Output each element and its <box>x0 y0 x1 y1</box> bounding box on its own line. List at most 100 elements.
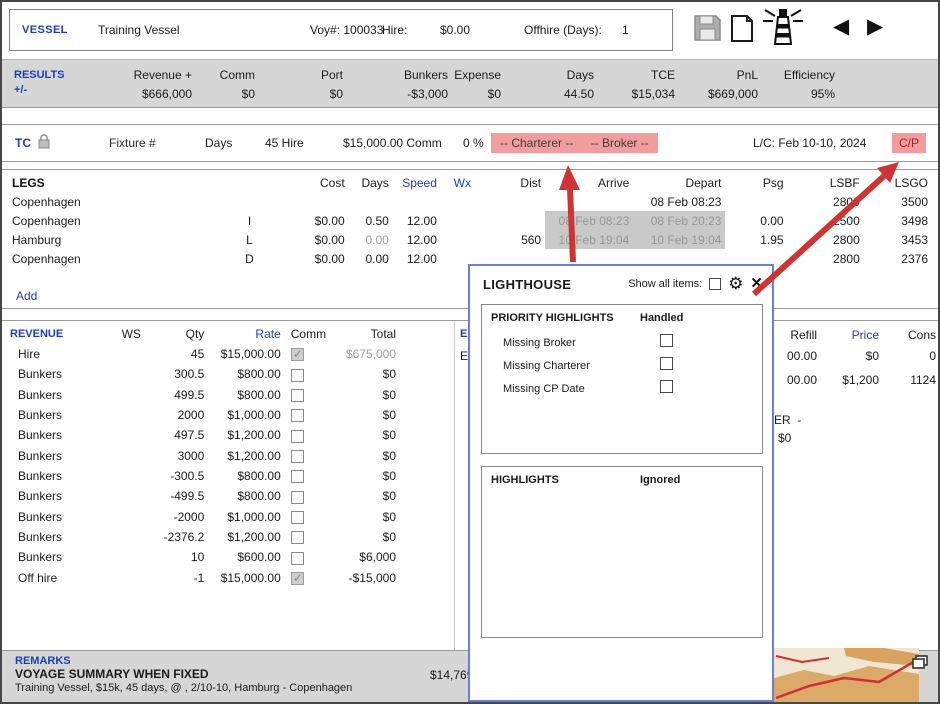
revenue-rate[interactable]: $1,000.00 <box>208 507 284 527</box>
leg-row: Hamburg L $0.00 0.00 12.00 560 10 Feb 19… <box>8 230 932 249</box>
revenue-rate[interactable]: $800.00 <box>208 364 284 384</box>
comm-checkbox[interactable] <box>291 531 304 544</box>
next-arrow-icon[interactable]: ▶ <box>867 16 883 37</box>
revenue-qty[interactable]: -300.5 <box>145 466 208 486</box>
revenue-qty[interactable]: -2376.2 <box>145 527 208 547</box>
cp-date-highlight[interactable]: C/P <box>892 133 926 153</box>
lighthouse-icon[interactable] <box>760 6 806 51</box>
revenue-header-row: REVENUE WS Qty Rate Comm Total <box>8 324 400 344</box>
col-depart: Depart <box>633 173 725 192</box>
revenue-rate[interactable]: $1,200.00 <box>208 527 284 547</box>
revenue-rate[interactable]: $800.00 <box>208 486 284 506</box>
leg-cost: $0.00 <box>263 249 349 268</box>
show-all-items-checkbox[interactable] <box>709 278 721 290</box>
revenue-item-name: Bunkers <box>8 547 112 567</box>
revenue-row: Bunkers 3000 $1,200.00 $0 <box>8 446 400 466</box>
bunker-price: $1,200 <box>825 373 879 387</box>
close-icon[interactable]: ✕ <box>750 276 763 291</box>
leg-port[interactable]: Copenhagen <box>8 249 236 268</box>
leg-speed: 12.00 <box>393 211 441 230</box>
leg-port[interactable]: Copenhagen <box>8 192 236 211</box>
handled-checkbox[interactable] <box>660 334 673 347</box>
revenue-total: $0 <box>330 466 400 486</box>
leg-port[interactable]: Copenhagen <box>8 211 236 230</box>
revenue-item-name: Bunkers <box>8 364 112 384</box>
gear-icon[interactable]: ⚙ <box>728 275 743 292</box>
revenue-row: Bunkers -300.5 $800.00 $0 <box>8 466 400 486</box>
metric-label: Days <box>514 68 594 82</box>
revenue-qty[interactable]: 499.5 <box>145 385 208 405</box>
col-days: Days <box>349 173 393 192</box>
results-bar: RESULTS +/- Revenue + $666,000 Comm $0 P… <box>2 59 938 108</box>
revenue-total: $0 <box>330 385 400 405</box>
comm-checkbox[interactable] <box>291 409 304 422</box>
comm-checkbox[interactable] <box>291 572 304 585</box>
revenue-rate[interactable]: $600.00 <box>208 547 284 567</box>
comm-checkbox[interactable] <box>291 470 304 483</box>
revenue-item-name: Off hire <box>8 568 112 588</box>
revenue-rate[interactable]: $800.00 <box>208 385 284 405</box>
col-rate[interactable]: Rate <box>208 324 284 344</box>
col-ws: WS <box>112 324 145 344</box>
voyage-summary-line: Training Vessel, $15k, 45 days, @ , 2/10… <box>15 682 352 694</box>
results-plusminus-toggle[interactable]: +/- <box>14 83 65 98</box>
revenue-qty[interactable]: 2000 <box>145 405 208 425</box>
comm-checkbox[interactable] <box>291 369 304 382</box>
charterer-broker-highlight[interactable]: -- Charterer -- -- Broker -- <box>491 133 658 153</box>
comm-checkbox[interactable] <box>291 450 304 463</box>
revenue-item-name: Bunkers <box>8 507 112 527</box>
comm-checkbox[interactable] <box>291 389 304 402</box>
metric-label: PnL <box>678 68 758 82</box>
revenue-qty[interactable]: 300.5 <box>145 364 208 384</box>
revenue-total: $0 <box>330 527 400 547</box>
comm-checkbox[interactable] <box>291 430 304 443</box>
metric-days: Days 44.50 <box>514 68 594 101</box>
metric-label: Bunkers <box>348 68 448 82</box>
metric-port: Port $0 <box>263 68 343 101</box>
col-speed[interactable]: Speed <box>393 173 441 192</box>
metric-revenue: Revenue + $666,000 <box>92 68 192 101</box>
revenue-rate[interactable]: $800.00 <box>208 466 284 486</box>
revenue-rate[interactable]: $15,000.00 <box>208 568 284 588</box>
leg-port[interactable]: Hamburg <box>8 230 236 249</box>
maximize-icon[interactable] <box>912 655 928 672</box>
comm-checkbox[interactable] <box>291 511 304 524</box>
broker-placeholder[interactable]: -- Broker -- <box>591 136 649 150</box>
map-fragment <box>774 648 919 704</box>
comm-checkbox[interactable] <box>291 491 304 504</box>
lock-icon[interactable] <box>38 134 50 152</box>
revenue-qty[interactable]: -2000 <box>145 507 208 527</box>
revenue-qty[interactable]: 45 <box>145 344 208 364</box>
add-leg-link[interactable]: Add <box>16 289 37 303</box>
revenue-rate[interactable]: $1,000.00 <box>208 405 284 425</box>
metric-value: 95% <box>755 87 835 101</box>
revenue-item-name: Bunkers <box>8 486 112 506</box>
vessel-name[interactable]: Training Vessel <box>98 23 180 37</box>
revenue-qty[interactable]: 3000 <box>145 446 208 466</box>
save-icon[interactable] <box>694 15 721 44</box>
previous-arrow-icon[interactable]: ◀ <box>833 16 849 37</box>
handled-checkbox[interactable] <box>660 380 673 393</box>
comm-checkbox[interactable] <box>291 552 304 565</box>
col-price[interactable]: Price <box>825 328 879 342</box>
revenue-rate[interactable]: $15,000.00 <box>208 344 284 364</box>
col-total: Total <box>330 324 400 344</box>
legs-title: LEGS <box>8 173 236 192</box>
revenue-item-name: Bunkers <box>8 385 112 405</box>
bunker-cons: 0 <box>888 349 936 363</box>
lighthouse-dialog: LIGHTHOUSE Show all items: ⚙ ✕ PRIORITY … <box>468 264 774 702</box>
revenue-qty[interactable]: -499.5 <box>145 486 208 506</box>
revenue-qty[interactable]: -1 <box>145 568 208 588</box>
revenue-rate[interactable]: $1,200.00 <box>208 425 284 445</box>
col-wx[interactable]: Wx <box>441 173 475 192</box>
document-icon[interactable] <box>730 15 754 45</box>
tc-days-label: Days <box>205 136 232 150</box>
revenue-rate[interactable]: $1,200.00 <box>208 446 284 466</box>
charterer-placeholder[interactable]: -- Charterer -- <box>500 136 573 150</box>
ignored-column-label: Ignored <box>640 474 680 486</box>
revenue-qty[interactable]: 497.5 <box>145 425 208 445</box>
tc-comm-percent: 0 % <box>463 136 484 150</box>
handled-checkbox[interactable] <box>660 357 673 370</box>
revenue-qty[interactable]: 10 <box>145 547 208 567</box>
comm-checkbox[interactable] <box>291 348 304 361</box>
